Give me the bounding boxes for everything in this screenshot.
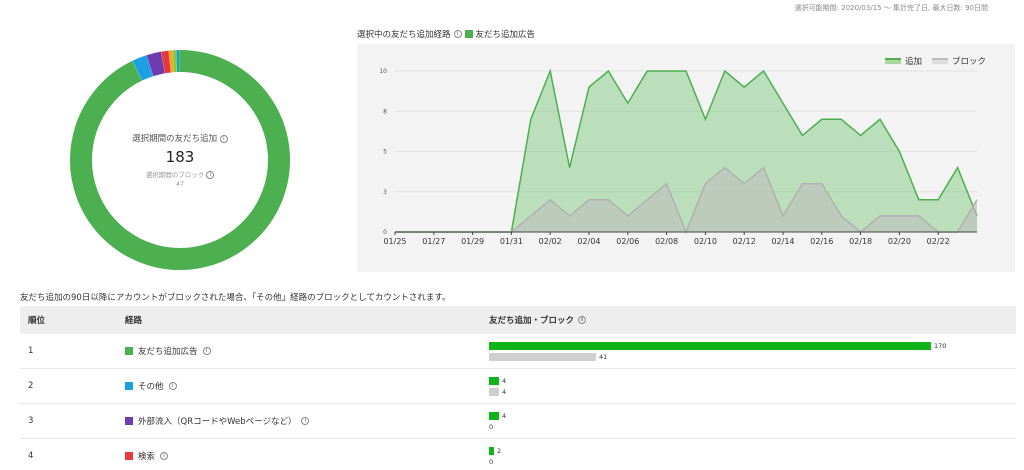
y-tick-label: 10	[379, 68, 387, 75]
header-rank: 順位	[28, 316, 46, 326]
row-rank: 3	[28, 416, 34, 426]
info-icon[interactable]	[453, 30, 462, 38]
info-icon[interactable]	[168, 382, 177, 390]
legend-swatch-add	[884, 58, 901, 64]
table-row: 1 友だち追加広告 170 41	[20, 334, 1016, 369]
info-icon[interactable]	[578, 316, 587, 324]
block-count-note: 友だち追加の90日以降にアカウントがブロックされた場合、「その他」経路のブロック…	[20, 293, 451, 303]
block-bar	[489, 387, 499, 396]
add-bar	[489, 446, 494, 455]
x-tick-label: 02/10	[694, 237, 717, 246]
total-blocks-label: 選択期間のブロック	[145, 171, 205, 179]
x-tick-label: 01/31	[500, 237, 523, 246]
route-area-chart: 0 3 5 8 10 01/25 01/27 01/29 01/31 02/02 02/04 02/0…	[379, 68, 978, 246]
x-tick-label: 02/14	[771, 237, 794, 246]
x-tick-label: 02/22	[927, 237, 950, 246]
route-color-swatch	[125, 452, 133, 460]
route-color-swatch	[125, 347, 133, 355]
route-name: 検索	[138, 452, 156, 462]
row-rank: 2	[28, 381, 34, 391]
route-color-swatch	[125, 382, 133, 390]
y-tick-label: 5	[383, 149, 387, 156]
info-icon[interactable]	[206, 171, 215, 179]
add-count: 170	[934, 341, 947, 350]
table-row: 2 その他 4 4	[20, 369, 1016, 404]
legend-label-add: 追加	[904, 57, 922, 67]
chart-legend: 追加 ブロック	[884, 55, 986, 67]
info-icon[interactable]	[301, 417, 310, 425]
block-count: 0	[489, 422, 494, 431]
route-name: 友だち追加広告	[138, 347, 198, 357]
total-adds-value: 183	[165, 148, 195, 166]
x-tick-label: 02/20	[888, 237, 911, 246]
x-tick-label: 02/04	[577, 237, 600, 246]
x-tick-label: 02/12	[733, 237, 756, 246]
route-chart-title: 選択中の友だち追加経路 友だち追加広告	[357, 28, 535, 40]
row-rank: 4	[28, 451, 34, 461]
header-route: 経路	[125, 316, 143, 326]
table-row: 3 外部流入（QRコードやWebページなど） 40	[20, 404, 1016, 439]
x-tick-label: 02/08	[655, 237, 678, 246]
route-name: 外部流入（QRコードやWebページなど）	[138, 417, 297, 427]
info-icon[interactable]	[160, 452, 169, 460]
x-tick-label: 02/06	[616, 237, 639, 246]
block-count: 41	[599, 352, 608, 361]
y-tick-label: 3	[383, 189, 387, 196]
add-bar	[489, 341, 931, 350]
route-color-swatch	[125, 417, 133, 425]
x-tick-label: 02/18	[849, 237, 872, 246]
header-counts: 友だち追加・ブロック	[489, 316, 575, 326]
route-ranking-table: 順位 経路 友だち追加・ブロック 1 友だち追加広告 170 41 2 その他 4 4 3 外部流…	[20, 306, 1016, 470]
block-count: 4	[502, 387, 507, 396]
add-count: 4	[502, 376, 507, 385]
legend-item-add[interactable]: 追加	[884, 55, 922, 67]
info-icon[interactable]	[219, 134, 228, 143]
route-chart-title-text: 選択中の友だち追加経路	[357, 30, 451, 40]
route-area-chart-panel: 0 3 5 8 10 01/25 01/27 01/29 01/31 02/02 02/04 02/0…	[357, 44, 1015, 272]
row-rank: 1	[28, 346, 34, 356]
add-bar	[489, 376, 499, 385]
add-count: 4	[502, 411, 507, 420]
info-icon[interactable]	[202, 347, 211, 355]
x-tick-label: 02/16	[810, 237, 833, 246]
legend-swatch-block	[931, 58, 948, 64]
table-body: 1 友だち追加広告 170 41 2 その他 4 4 3 外部流入（QRコードやWebページなど）…	[20, 334, 1016, 470]
block-count: 0	[489, 457, 494, 466]
add-count: 2	[497, 446, 502, 455]
x-tick-label: 02/02	[539, 237, 562, 246]
legend-item-block[interactable]: ブロック	[931, 55, 986, 67]
x-tick-label: 01/29	[461, 237, 484, 246]
table-row: 4 検索 20	[20, 439, 1016, 470]
donut-summary: 選択期間の友だち追加 183 選択期間のブロック 47	[60, 40, 300, 280]
add-bar	[489, 411, 499, 420]
total-adds-label: 選択期間の友だち追加	[132, 134, 218, 144]
route-name: その他	[138, 382, 164, 392]
total-blocks-value: 47	[175, 180, 185, 188]
y-tick-label: 8	[383, 108, 387, 115]
x-tick-label: 01/25	[383, 237, 406, 246]
date-range-info: 選択可能期間: 2020/03/15 ～ 集計完了日, 最大日数: 90日間	[794, 4, 988, 12]
selected-route-label: 友だち追加広告	[475, 30, 536, 40]
table-header: 順位 経路 友だち追加・ブロック	[20, 306, 1016, 334]
y-tick-label: 0	[383, 229, 387, 236]
block-bar	[489, 352, 596, 361]
x-tick-label: 01/27	[422, 237, 445, 246]
selected-route-swatch	[464, 30, 473, 38]
legend-label-block: ブロック	[951, 57, 986, 67]
